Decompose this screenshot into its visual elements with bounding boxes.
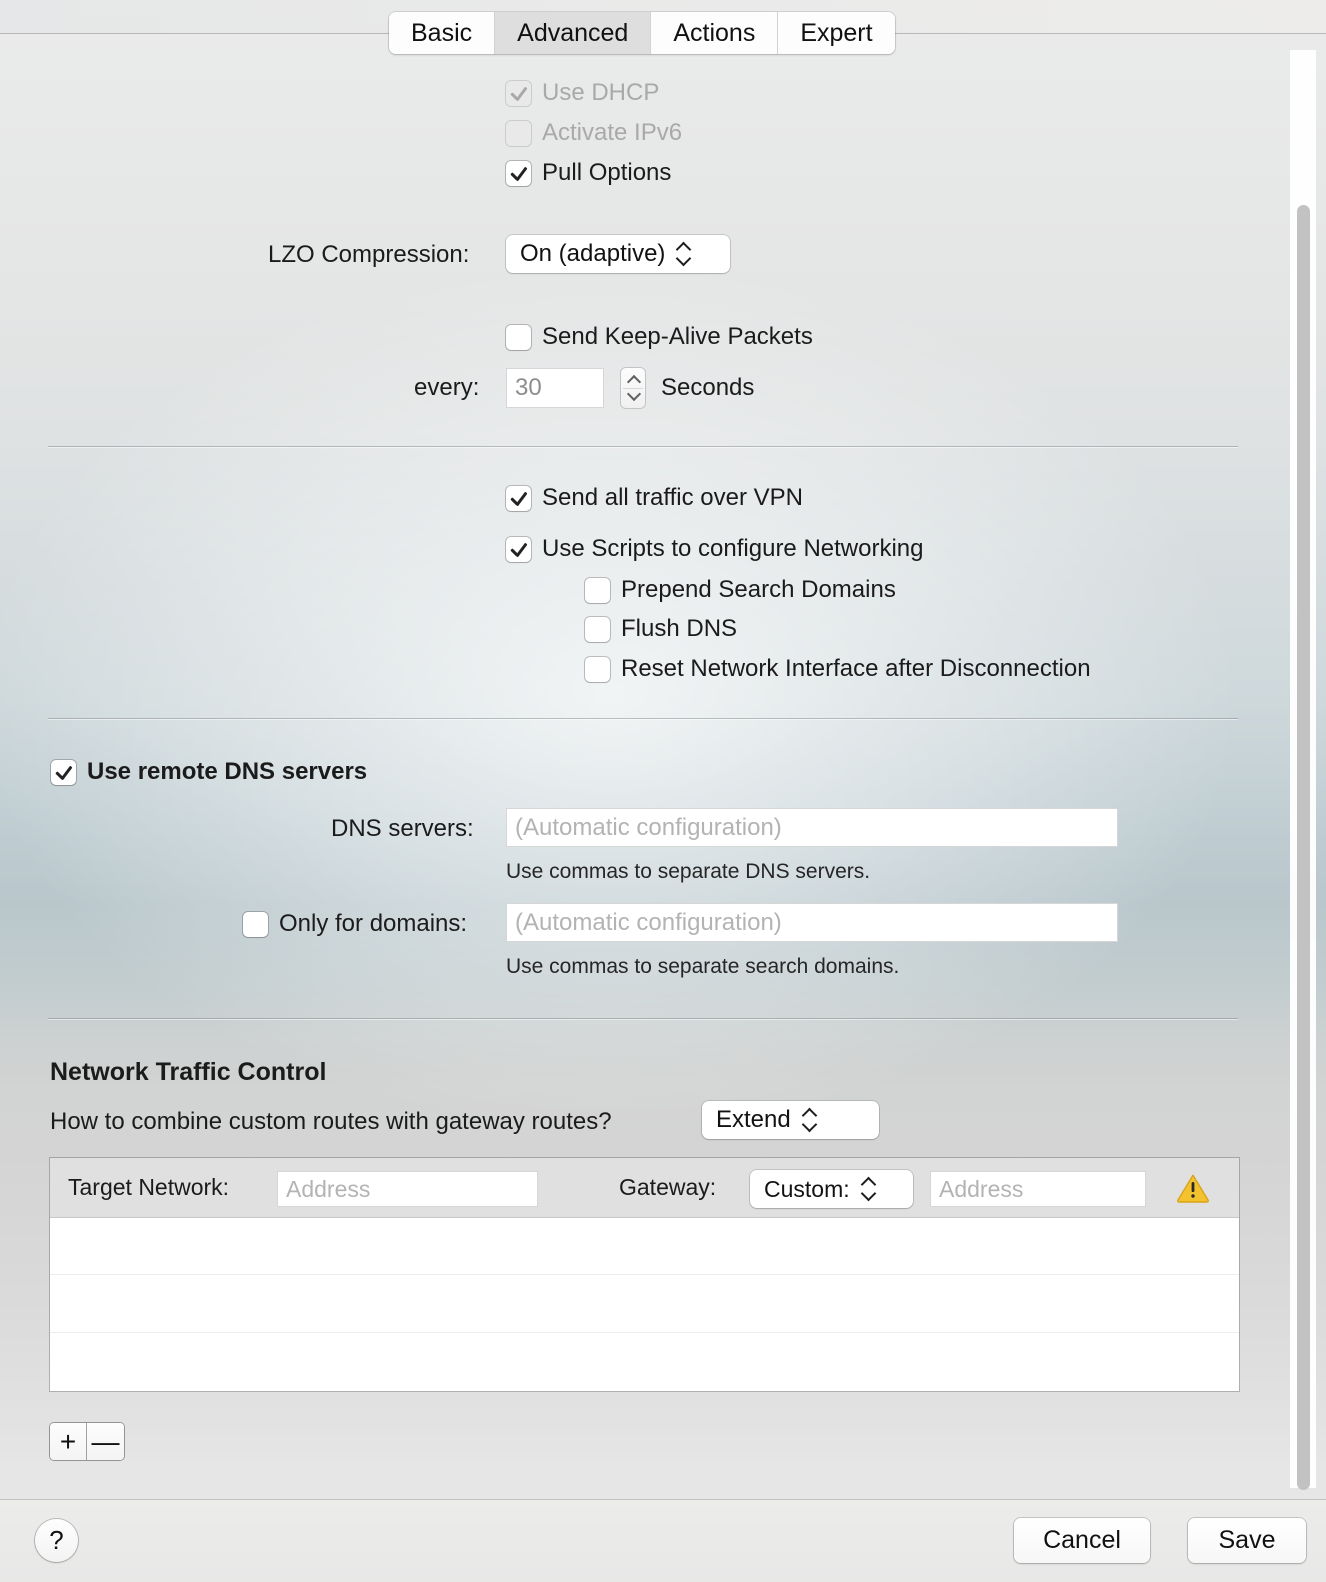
remove-route-button[interactable]: — (87, 1423, 124, 1460)
only-for-domains-checkbox (243, 911, 268, 937)
reset-network-interface-label: Reset Network Interface after Disconnect… (621, 655, 1091, 682)
minus-icon: — (91, 1425, 120, 1457)
table-row[interactable] (50, 1218, 1239, 1276)
use-scripts-label: Use Scripts to configure Networking (542, 535, 924, 562)
chevron-up-down-icon (677, 242, 690, 266)
gateway-label: Gateway: (619, 1174, 717, 1200)
use-dhcp-label: Use DHCP (542, 79, 660, 106)
warning-icon (1176, 1173, 1210, 1203)
gateway-mode-select[interactable]: Custom: (750, 1170, 913, 1208)
checkbox-row-only-for-domains[interactable]: Only for domains: (243, 910, 467, 938)
tab-bar: Basic Advanced Actions Expert (389, 12, 895, 54)
tab-expert[interactable]: Expert (778, 12, 895, 54)
table-row[interactable] (50, 1275, 1239, 1333)
routes-table: Target Network: Address Gateway: Custom:… (50, 1158, 1239, 1391)
table-row[interactable] (50, 1332, 1239, 1390)
chevron-up-down-icon (862, 1177, 875, 1201)
prepend-search-domains-label: Prepend Search Domains (621, 576, 896, 603)
tab-actions-label: Actions (673, 18, 756, 47)
checkbox-row-flush-dns[interactable]: Flush DNS (585, 615, 737, 643)
only-for-domains-hint: Use commas to separate search domains. (506, 955, 900, 978)
pull-options-label: Pull Options (542, 159, 672, 186)
flush-dns-checkbox (585, 616, 610, 642)
keepalive-interval-value: 30 (515, 374, 542, 401)
checkbox-row-reset-network-interface[interactable]: Reset Network Interface after Disconnect… (585, 655, 1091, 683)
only-for-domains-label: Only for domains: (279, 910, 468, 937)
keepalive-interval-stepper[interactable] (621, 368, 645, 408)
checkbox-row-send-keepalive[interactable]: Send Keep-Alive Packets (506, 323, 813, 351)
checkbox-row-send-all-traffic[interactable]: Send all traffic over VPN (506, 484, 803, 512)
help-button[interactable]: ? (35, 1519, 78, 1562)
dns-servers-label: DNS servers: (331, 815, 474, 842)
tab-actions[interactable]: Actions (651, 12, 779, 54)
tab-basic[interactable]: Basic (389, 12, 496, 54)
prepend-search-domains-checkbox (585, 577, 610, 603)
lzo-compression-select[interactable]: On (adaptive) (506, 235, 730, 273)
gateway-address-input[interactable]: Address (930, 1171, 1146, 1207)
keepalive-unit-label: Seconds (661, 374, 755, 401)
target-network-input[interactable]: Address (277, 1171, 538, 1207)
flush-dns-label: Flush DNS (621, 615, 738, 642)
reset-network-interface-checkbox (585, 656, 610, 682)
tab-advanced[interactable]: Advanced (495, 12, 652, 54)
target-network-placeholder: Address (286, 1175, 371, 1202)
routes-table-header: Target Network: Address Gateway: Custom:… (50, 1158, 1239, 1218)
save-button[interactable]: Save (1188, 1518, 1306, 1563)
activate-ipv6-checkbox (506, 120, 531, 146)
lzo-compression-label: LZO Compression: (268, 241, 470, 268)
cancel-button[interactable]: Cancel (1014, 1518, 1150, 1563)
combine-routes-select[interactable]: Extend (702, 1101, 879, 1139)
separator-after-keepalive (48, 446, 1238, 447)
tab-basic-label: Basic (411, 18, 473, 47)
save-button-label: Save (1218, 1526, 1276, 1554)
send-all-traffic-label: Send all traffic over VPN (542, 484, 804, 511)
cancel-button-label: Cancel (1043, 1526, 1121, 1554)
pull-options-checkbox (506, 160, 531, 186)
routes-add-remove-controls: + — (50, 1423, 124, 1460)
only-for-domains-placeholder: (Automatic configuration) (515, 908, 782, 936)
checkbox-row-activate-ipv6[interactable]: Activate IPv6 (506, 119, 682, 147)
dns-servers-input[interactable]: (Automatic configuration) (506, 808, 1118, 847)
keepalive-interval-input[interactable]: 30 (506, 368, 604, 408)
question-mark-icon: ? (49, 1525, 64, 1555)
dns-servers-hint: Use commas to separate DNS servers. (506, 860, 871, 883)
lzo-compression-value: On (adaptive) (520, 240, 666, 267)
chevron-up-down-icon (803, 1108, 816, 1132)
only-for-domains-input[interactable]: (Automatic configuration) (506, 903, 1118, 942)
vpn-advanced-settings-window: Basic Advanced Actions Expert Use DHCP A… (0, 0, 1326, 1582)
use-remote-dns-checkbox (51, 759, 76, 785)
checkbox-row-use-remote-dns[interactable]: Use remote DNS servers (51, 758, 367, 786)
plus-icon: + (59, 1425, 77, 1457)
combine-routes-value: Extend (716, 1106, 791, 1133)
activate-ipv6-label: Activate IPv6 (542, 119, 683, 146)
gateway-mode-value: Custom: (764, 1175, 850, 1202)
combine-routes-question: How to combine custom routes with gatewa… (50, 1108, 612, 1135)
tab-expert-label: Expert (800, 18, 873, 47)
dns-servers-placeholder: (Automatic configuration) (515, 813, 782, 841)
send-keepalive-checkbox (506, 324, 531, 350)
use-scripts-checkbox (506, 536, 531, 562)
tab-advanced-label: Advanced (517, 18, 629, 47)
dialog-footer: ? Cancel Save (0, 1499, 1326, 1582)
network-traffic-control-title: Network Traffic Control (50, 1058, 327, 1086)
separator-before-traffic-control (48, 1018, 1238, 1019)
checkbox-row-prepend-search-domains[interactable]: Prepend Search Domains (585, 576, 896, 604)
send-all-traffic-checkbox (506, 485, 531, 511)
keepalive-every-label: every: (414, 374, 480, 401)
target-network-label: Target Network: (68, 1174, 230, 1200)
scrollbar-thumb[interactable] (1297, 205, 1310, 1490)
separator-before-dns (48, 718, 1238, 719)
vertical-scrollbar[interactable] (1290, 50, 1316, 1490)
send-keepalive-label: Send Keep-Alive Packets (542, 323, 813, 350)
add-route-button[interactable]: + (50, 1423, 87, 1460)
checkbox-row-use-scripts[interactable]: Use Scripts to configure Networking (506, 535, 924, 563)
use-remote-dns-label: Use remote DNS servers (87, 758, 368, 785)
gateway-address-placeholder: Address (939, 1175, 1024, 1202)
checkbox-row-pull-options[interactable]: Pull Options (506, 159, 671, 187)
use-dhcp-checkbox (506, 80, 531, 106)
checkbox-row-use-dhcp[interactable]: Use DHCP (506, 79, 659, 107)
